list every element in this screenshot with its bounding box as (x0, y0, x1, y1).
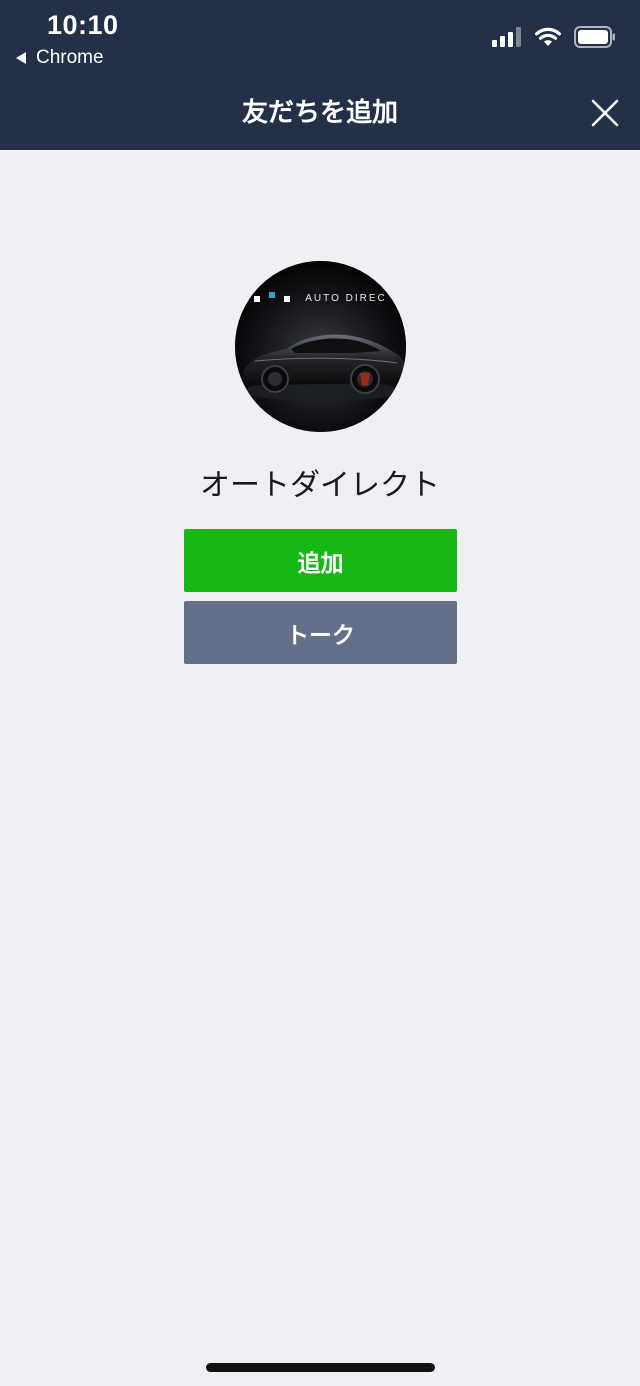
close-icon[interactable] (590, 98, 620, 128)
back-to-chrome-link[interactable]: Chrome (16, 47, 104, 69)
add-friend-button[interactable]: 追加 (184, 529, 457, 592)
profile-name: オートダイレクト (200, 468, 440, 503)
avatar-brand-text: AUTO DIREC (305, 293, 387, 304)
back-triangle-icon (16, 52, 26, 64)
status-time: 10:10 (47, 10, 119, 40)
header: 10:10 Chrome 友だちを追加 (0, 0, 640, 150)
status-icons (492, 26, 616, 48)
wifi-icon (535, 27, 561, 46)
car-image (235, 261, 406, 432)
battery-icon (574, 26, 615, 48)
home-indicator[interactable] (206, 1363, 435, 1372)
brand-squares-logo (254, 291, 299, 302)
avatar-brand-logo: AUTO DIREC (235, 291, 406, 304)
cellular-signal-icon (492, 27, 521, 47)
profile-avatar: AUTO DIREC (235, 261, 406, 432)
add-friend-screen: 10:10 Chrome 友だちを追加 AUTO DIREC オートダイレクト … (0, 0, 640, 1386)
back-app-label: Chrome (36, 47, 104, 68)
talk-button[interactable]: トーク (184, 601, 457, 664)
page-title: 友だちを追加 (241, 98, 398, 128)
